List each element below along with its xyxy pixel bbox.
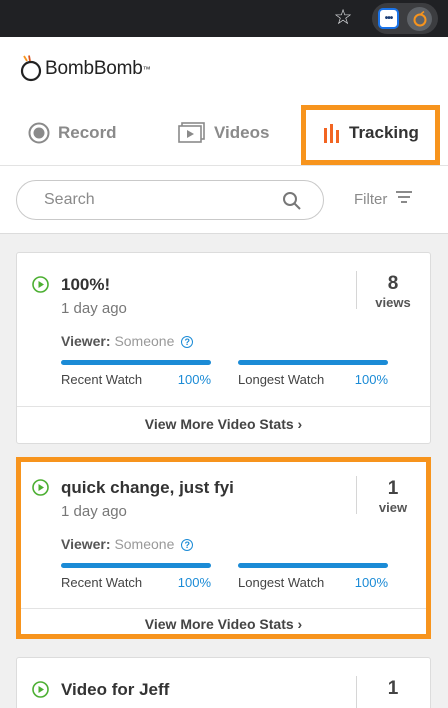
recent-watch-fill — [61, 360, 211, 365]
bombbomb-logo: BombBomb ™ — [19, 53, 151, 85]
view-count: 8 — [387, 273, 399, 294]
search-icon[interactable] — [282, 191, 302, 216]
tab-videos[interactable]: Videos — [178, 120, 269, 146]
browser-toolbar: ☆ ••• — [0, 0, 448, 37]
viewer-info: Viewer: Someone ? — [61, 536, 194, 552]
star-icon[interactable]: ☆ — [331, 6, 355, 30]
info-icon[interactable]: ? — [181, 336, 194, 348]
play-icon[interactable] — [32, 276, 49, 293]
recent-watch-fill — [61, 563, 211, 568]
tracking-tab-highlight — [301, 105, 440, 165]
view-count: 1 — [387, 678, 399, 699]
viewer-name: Someone — [114, 333, 175, 349]
longest-watch-fill — [238, 360, 388, 365]
longest-watch-bar — [238, 563, 388, 568]
recent-watch-bar — [61, 360, 211, 365]
info-icon[interactable]: ? — [181, 539, 194, 551]
longest-watch-percent: 100% — [354, 575, 388, 590]
viewer-label: Viewer: — [61, 333, 111, 349]
recent-watch-percent: 100% — [177, 575, 211, 590]
tab-record[interactable]: Record — [28, 120, 117, 146]
tab-videos-label: Videos — [214, 123, 270, 142]
view-count: 1 — [387, 478, 399, 499]
filter-icon — [395, 190, 413, 208]
video-date: 1 day ago — [61, 300, 127, 317]
filter-label: Filter — [354, 190, 388, 208]
view-count-unit: view — [378, 500, 408, 515]
app-header: BombBomb ™ — [0, 37, 448, 100]
viewer-name: Someone — [114, 536, 175, 552]
filter-button[interactable]: Filter — [354, 190, 413, 208]
video-title[interactable]: Video for Jeff — [61, 680, 169, 700]
recent-watch-label: Recent Watch — [61, 575, 143, 590]
bomb-logo-icon — [20, 55, 42, 82]
longest-watch-bar — [238, 360, 388, 365]
logo-text: BombBomb — [45, 58, 143, 79]
search-input[interactable] — [44, 190, 264, 210]
video-title[interactable]: 100%! — [61, 275, 110, 295]
longest-watch-label: Longest Watch — [238, 575, 325, 590]
recent-watch-percent: 100% — [177, 372, 211, 387]
video-card: Video for Jeff 1 — [16, 657, 431, 708]
longest-watch-label: Longest Watch — [238, 372, 325, 387]
logo-trademark: ™ — [142, 64, 151, 74]
video-card: 100%! 1 day ago 8 views Viewer: Someone … — [16, 252, 431, 444]
longest-watch-fill — [238, 563, 388, 568]
play-icon[interactable] — [32, 681, 49, 698]
bombbomb-extension-icon[interactable] — [407, 7, 432, 31]
recent-watch-bar — [61, 563, 211, 568]
viewer-info: Viewer: Someone ? — [61, 333, 194, 349]
video-card-highlighted: quick change, just fyi 1 day ago 1 view … — [16, 457, 431, 639]
search-box — [16, 180, 324, 220]
tab-record-label: Record — [58, 123, 117, 142]
play-icon[interactable] — [32, 479, 49, 496]
view-more-stats-link[interactable]: View More Video Stats › — [21, 608, 426, 634]
view-count-unit: views — [375, 295, 411, 310]
recent-watch-label: Recent Watch — [61, 372, 143, 387]
view-more-stats-link[interactable]: View More Video Stats › — [17, 406, 430, 444]
record-icon — [28, 122, 50, 144]
ellipsis-extension-icon[interactable]: ••• — [378, 8, 399, 29]
viewer-label: Viewer: — [61, 536, 111, 552]
video-title[interactable]: quick change, just fyi — [61, 478, 234, 498]
video-icon — [178, 122, 206, 144]
longest-watch-percent: 100% — [354, 372, 388, 387]
search-bar: Filter — [0, 166, 448, 234]
video-date: 1 day ago — [61, 503, 127, 520]
